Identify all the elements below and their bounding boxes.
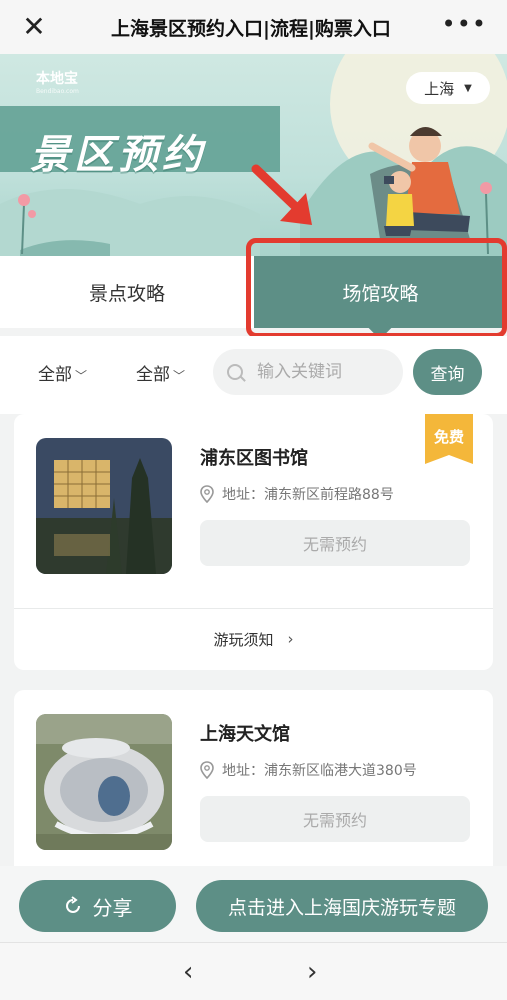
highlight-box-annotation bbox=[246, 238, 507, 338]
more-icon[interactable]: ••• bbox=[442, 10, 487, 38]
venue-address-text: 地址：浦东新区临港大道380号 bbox=[222, 763, 417, 779]
city-select[interactable]: 上海 ▼ bbox=[406, 72, 490, 104]
tab-scenic-guide[interactable]: 景点攻略 bbox=[0, 256, 254, 328]
venue-address-text: 地址：浦东新区前程路88号 bbox=[222, 487, 394, 503]
caret-down-icon: ▼ bbox=[464, 82, 472, 94]
chevron-left-icon[interactable]: ‹ bbox=[183, 957, 193, 987]
area-dropdown[interactable]: 全部 ﹀ bbox=[136, 360, 185, 385]
no-reservation-button[interactable]: 无需预约 bbox=[200, 796, 470, 842]
chevron-right-icon: › bbox=[287, 630, 294, 648]
search-icon bbox=[227, 364, 243, 380]
logo: 本地宝 Bendibao.com bbox=[36, 71, 79, 95]
bottom-action-bar: 分享 点击进入上海国庆游玩专题 bbox=[0, 866, 507, 942]
banner-title: 景区预约 bbox=[30, 132, 206, 178]
venue-photo-planetarium[interactable] bbox=[36, 714, 172, 850]
search-box bbox=[213, 349, 403, 395]
venue-name[interactable]: 上海天文馆 bbox=[200, 720, 290, 746]
location-pin-icon bbox=[200, 761, 214, 779]
chevron-down-icon: ﹀ bbox=[173, 369, 186, 383]
city-label: 上海 bbox=[424, 79, 455, 98]
visit-notice-link[interactable]: 游玩须知 › bbox=[14, 608, 493, 670]
national-day-promo-button[interactable]: 点击进入上海国庆游玩专题 bbox=[196, 880, 488, 932]
venue-address: 地址：浦东新区临港大道380号 bbox=[200, 760, 417, 780]
category-dropdown[interactable]: 全部 ﹀ bbox=[38, 360, 87, 385]
filter-bar: 全部﹀ 全部﹀ 查询 bbox=[0, 336, 507, 414]
top-bar: ✕ 上海景区预约入口|流程|购票入口 ••• bbox=[0, 0, 507, 54]
close-icon[interactable]: ✕ bbox=[20, 13, 48, 41]
no-reservation-button[interactable]: 无需预约 bbox=[200, 520, 470, 566]
chevron-right-icon[interactable]: › bbox=[307, 957, 317, 987]
venue-name[interactable]: 浦东区图书馆 bbox=[200, 444, 308, 470]
chevron-down-icon: ﹀ bbox=[75, 369, 88, 383]
arrow-annotation bbox=[251, 164, 312, 225]
free-badge: 免费 bbox=[425, 414, 473, 464]
browser-nav-bar: ‹ › bbox=[0, 942, 507, 1000]
share-button[interactable]: 分享 bbox=[19, 880, 176, 932]
venue-address: 地址：浦东新区前程路88号 bbox=[200, 484, 394, 504]
venue-card: 浦东区图书馆 地址：浦东新区前程路88号 无需预约 免费 游玩须知 › bbox=[14, 414, 493, 670]
venue-photo-library[interactable] bbox=[36, 438, 172, 574]
share-label: 分享 bbox=[92, 895, 133, 920]
search-input[interactable] bbox=[257, 362, 387, 382]
share-icon bbox=[65, 896, 80, 913]
category-dropdown-label: 全部 bbox=[38, 365, 72, 385]
location-pin-icon bbox=[200, 485, 214, 503]
area-dropdown-label: 全部 bbox=[136, 365, 170, 385]
page-title: 上海景区预约入口|流程|购票入口 bbox=[111, 18, 391, 40]
query-button[interactable]: 查询 bbox=[413, 349, 482, 395]
visit-notice-label: 游玩须知 bbox=[213, 630, 274, 649]
